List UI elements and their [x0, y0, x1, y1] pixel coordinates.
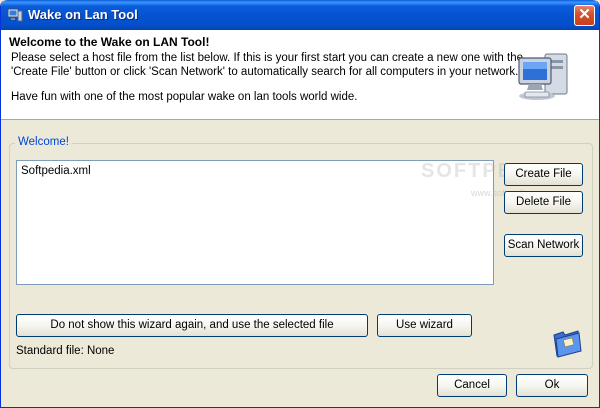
header-description-line-3: Have fun with one of the most popular wa… — [11, 91, 358, 103]
welcome-group-label: Welcome! — [15, 136, 72, 148]
wake-on-lan-window: Wake on Lan Tool ✕ Welcome to the Wake o… — [0, 0, 600, 408]
header-description-line-1: Please select a host file from the list … — [11, 52, 523, 64]
dont-show-wizard-button[interactable]: Do not show this wizard again, and use t… — [16, 314, 368, 337]
computer-icon — [515, 48, 575, 104]
ok-button[interactable]: Ok — [516, 374, 588, 397]
close-icon: ✕ — [578, 6, 591, 23]
header-title: Welcome to the Wake on LAN Tool! — [9, 35, 210, 49]
standard-file-status: Standard file: None — [16, 345, 115, 357]
window-title: Wake on Lan Tool — [28, 7, 138, 22]
list-item[interactable]: Softpedia.xml — [21, 165, 91, 177]
network-computer-icon — [7, 7, 23, 23]
folder-icon[interactable] — [551, 326, 583, 358]
wizard-header: Welcome to the Wake on LAN Tool! Please … — [1, 30, 599, 120]
close-button[interactable]: ✕ — [574, 5, 595, 26]
use-wizard-button[interactable]: Use wizard — [377, 314, 472, 337]
cancel-button[interactable]: Cancel — [437, 374, 507, 397]
create-file-button[interactable]: Create File — [504, 163, 583, 186]
scan-network-button[interactable]: Scan Network — [504, 234, 583, 257]
header-description-line-2: 'Create File' button or click 'Scan Netw… — [11, 66, 519, 78]
delete-file-button[interactable]: Delete File — [504, 191, 583, 214]
title-bar[interactable]: Wake on Lan Tool ✕ — [1, 0, 599, 30]
